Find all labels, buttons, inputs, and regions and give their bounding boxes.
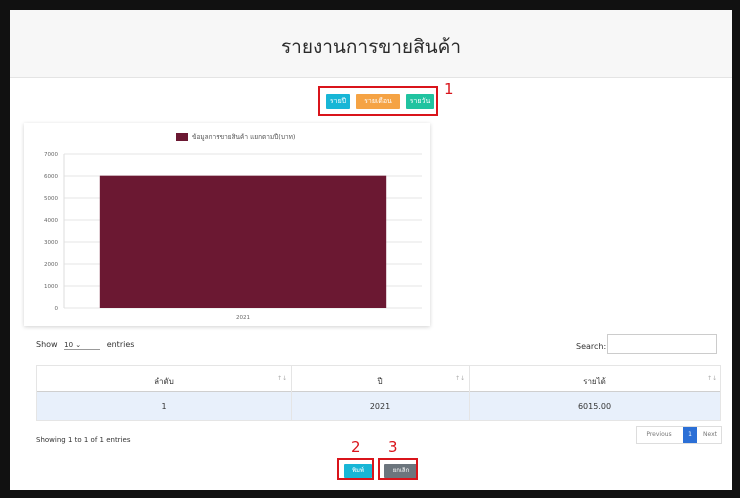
x-tick-label: 2021 (236, 315, 250, 321)
page-frame: รายงานการขายสินค้า รายปี รายเดือน รายวัน… (10, 10, 732, 490)
entries-value: 10 (64, 341, 74, 349)
y-tick-label: 4000 (44, 218, 58, 224)
search-input[interactable] (607, 334, 717, 354)
highlight-print (337, 458, 374, 480)
header: รายงานการขายสินค้า (10, 10, 732, 78)
header-year[interactable]: ปี (291, 375, 469, 388)
previous-button[interactable]: Previous (641, 427, 677, 443)
annotation-3: 3 (388, 438, 398, 456)
page-title: รายงานการขายสินค้า (280, 36, 462, 58)
next-button[interactable]: Next (699, 427, 721, 443)
show-entries: Show 10 ⌄ entries (36, 340, 134, 350)
sort-icon[interactable]: ↑↓ (455, 375, 465, 382)
day-button[interactable]: รายวัน (406, 94, 434, 109)
y-tick-label: 5000 (44, 196, 58, 202)
data-table: ลำดับ ↑↓ ปี ↑↓ รายได้ ↑↓ 1 2021 6015.00 (36, 365, 721, 421)
table-header-row: ลำดับ ↑↓ ปี ↑↓ รายได้ ↑↓ (37, 366, 720, 392)
sort-icon[interactable]: ↑↓ (707, 375, 717, 382)
filter-group: รายปี รายเดือน รายวัน (318, 86, 438, 116)
column-divider (291, 366, 292, 420)
entries-label: entries (106, 340, 135, 349)
y-tick-label: 0 (55, 306, 59, 312)
header-order[interactable]: ลำดับ (37, 375, 291, 388)
chart-bar (99, 175, 387, 308)
search-label: Search: (576, 342, 607, 351)
entries-select[interactable]: 10 ⌄ (64, 341, 101, 350)
bar-chart: 0 1000 2000 3000 4000 5000 6000 7000 2021 (44, 152, 422, 321)
sort-icon[interactable]: ↑↓ (277, 375, 287, 382)
month-button[interactable]: รายเดือน (356, 94, 400, 109)
y-tick-label: 6000 (44, 174, 58, 180)
cell-order: 1 (161, 402, 167, 411)
chart-card: ข้อมูลการขายสินค้า แยกตามปี(บาท) 0 1000 20… (24, 123, 430, 326)
show-label: Show (36, 340, 58, 349)
y-tick-label: 1000 (44, 284, 58, 290)
annotation-1: 1 (444, 80, 454, 98)
y-tick-label: 3000 (44, 240, 58, 246)
year-button[interactable]: รายปี (326, 94, 350, 109)
cell-income: 6015.00 (577, 402, 612, 411)
page-1-button[interactable]: 1 (683, 427, 697, 443)
cell-year: 2021 (369, 402, 391, 411)
annotation-2: 2 (351, 438, 361, 456)
y-tick-label: 7000 (44, 152, 58, 158)
y-tick-label: 2000 (44, 262, 58, 268)
pagination: Previous 1 Next (636, 426, 722, 444)
search-area: Search: (576, 334, 717, 354)
table-info: Showing 1 to 1 of 1 entries (36, 436, 131, 444)
header-income[interactable]: รายได้ (469, 375, 720, 388)
column-divider (469, 366, 470, 420)
highlight-cancel (378, 458, 418, 480)
chevron-down-icon: ⌄ (75, 341, 82, 349)
table-row: 1 2021 6015.00 (37, 392, 720, 420)
